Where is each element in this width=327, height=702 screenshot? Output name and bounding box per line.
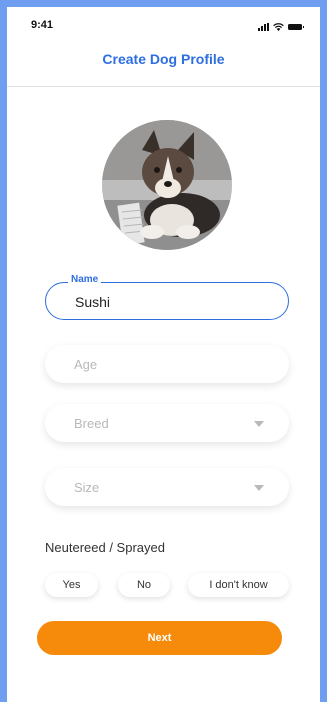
status-bar: 9:41 xyxy=(7,7,320,41)
name-field[interactable]: Name Sushi xyxy=(45,274,289,320)
header-divider xyxy=(7,86,320,87)
neutered-label: Neutereed / Sprayed xyxy=(45,540,165,555)
neutered-option-yes[interactable]: Yes xyxy=(45,573,98,597)
status-time: 9:41 xyxy=(31,19,54,31)
size-select-placeholder: Size xyxy=(74,480,100,495)
battery-icon xyxy=(288,24,304,30)
page-title: Create Dog Profile xyxy=(102,51,225,67)
dog-avatar[interactable] xyxy=(102,120,232,250)
size-select[interactable]: Size xyxy=(45,468,289,506)
name-field-value[interactable]: Sushi xyxy=(75,294,110,310)
status-icons xyxy=(258,21,304,31)
breed-select-placeholder: Breed xyxy=(74,416,109,431)
breed-select[interactable]: Breed xyxy=(45,404,289,442)
neutered-option-no[interactable]: No xyxy=(118,573,170,597)
next-button[interactable]: Next xyxy=(37,621,282,655)
neutered-option-unknown[interactable]: I don't know xyxy=(188,573,289,597)
chevron-down-icon xyxy=(254,421,264,427)
phone-screen: 9:41 Create Dog Profile Name Sushi Age B… xyxy=(7,7,320,702)
dog-photo-icon xyxy=(102,120,232,250)
wifi-icon xyxy=(273,23,284,31)
age-field[interactable]: Age xyxy=(45,345,289,383)
age-field-placeholder: Age xyxy=(74,357,98,372)
name-field-label: Name xyxy=(68,274,102,285)
chevron-down-icon xyxy=(254,485,264,491)
signal-icon xyxy=(258,23,269,31)
